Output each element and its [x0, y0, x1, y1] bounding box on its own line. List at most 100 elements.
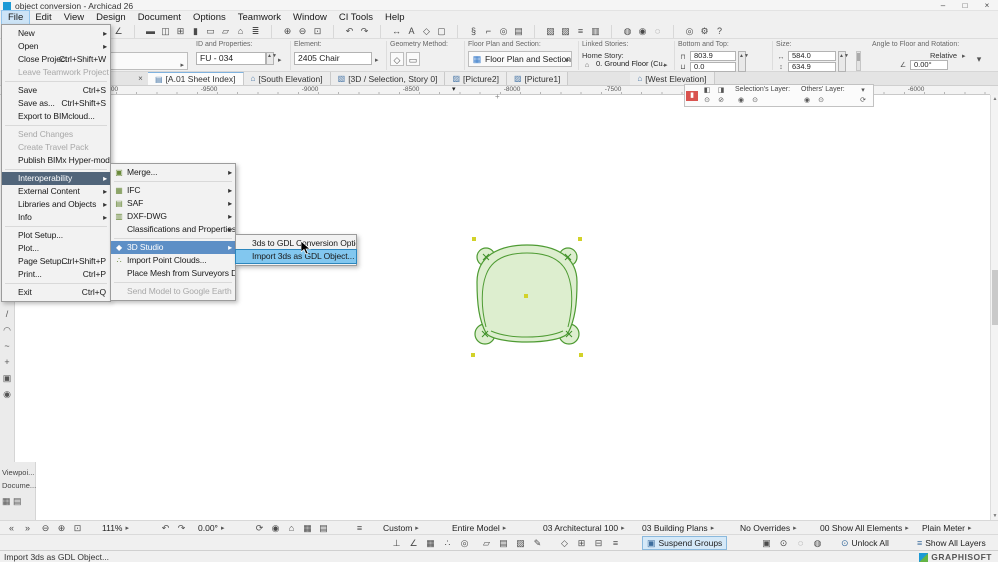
size-spinner[interactable]: ▲▼	[838, 51, 846, 72]
menu-item-exit[interactable]: ExitCtrl+Q	[2, 286, 110, 299]
tab-picture2[interactable]: ▨[Picture2]	[445, 72, 506, 85]
detail-icon[interactable]: ◎	[496, 25, 511, 38]
close-button[interactable]: ×	[976, 0, 998, 11]
zoom-combo[interactable]: 111% ▸	[102, 521, 129, 535]
vertical-scrollbar[interactable]: ▲ ▼	[990, 95, 998, 520]
show-all-layers-button[interactable]: ≡ Show All Layers	[912, 536, 991, 550]
menu-item-publish-bimx-hyper-model[interactable]: Publish BIMx Hyper-model...	[2, 154, 110, 167]
pan-left-icon[interactable]: «	[4, 521, 19, 535]
zoom-in-icon[interactable]: ⊕	[54, 521, 69, 535]
menubar-file[interactable]: File	[2, 11, 29, 24]
text-icon[interactable]: A	[404, 25, 419, 38]
menu-item-place-mesh-from-surveyors-data[interactable]: Place Mesh from Surveyors Data...	[111, 267, 235, 280]
hotspot-tool-icon[interactable]: +	[1, 354, 14, 370]
menu-item-open[interactable]: Open▸	[2, 40, 110, 53]
menubar-options[interactable]: Options	[187, 11, 232, 24]
zoom-in-icon[interactable]: ⊕	[280, 25, 295, 38]
menu-item-external-content[interactable]: External Content▸	[2, 185, 110, 198]
fit-in-window-icon[interactable]: ⊡	[310, 25, 325, 38]
menu-item-classifications-and-properties[interactable]: Classifications and Properties▸	[111, 223, 235, 236]
close-tab-icon[interactable]: ×	[133, 72, 148, 85]
selection-layer-hide-icon[interactable]: ◉	[735, 96, 747, 106]
rotation-combo[interactable]: 0.00° ▸	[198, 521, 224, 535]
menu-item-3ds-to-gdl-conversion-options[interactable]: 3ds to GDL Conversion Options...	[236, 237, 356, 250]
menubar-design[interactable]: Design	[90, 11, 132, 24]
stair-icon[interactable]: ≣	[248, 25, 263, 38]
menubar-document[interactable]: Document	[132, 11, 187, 24]
palette-tab-viewpoints[interactable]: Viewpoi...	[2, 468, 34, 477]
beam-icon[interactable]: ▭	[203, 25, 218, 38]
trace-reference-icon[interactable]: ▤	[495, 536, 512, 550]
size-width-field[interactable]: 584.0	[788, 51, 836, 61]
menu-item-saf[interactable]: ▤SAF▸	[111, 197, 235, 210]
guide-lines-icon[interactable]: ∠	[111, 25, 126, 38]
menu-item-new[interactable]: New▸	[2, 27, 110, 40]
next-view-icon[interactable]: ↷	[174, 521, 189, 535]
slab-icon[interactable]: ▱	[218, 25, 233, 38]
zone-icon[interactable]: ▢	[434, 25, 449, 38]
menu-item-interoperability[interactable]: Interoperability▸	[2, 172, 110, 185]
floor-plan-section-button[interactable]: ▦ Floor Plan and Section...	[468, 51, 572, 67]
dropdown-arrow-icon[interactable]: ▸	[375, 56, 379, 64]
dropdown-arrow-icon[interactable]: ▸	[962, 52, 966, 60]
menu-item-export-to-bimcloud[interactable]: Export to BIMcloud...	[2, 110, 110, 123]
selection-layer-lock-icon[interactable]: ⊙	[749, 96, 761, 106]
home-story-value[interactable]: 0. Ground Floor (Cu...	[593, 60, 665, 70]
maximize-button[interactable]: □	[954, 0, 976, 11]
element-order-icon[interactable]: ≡	[607, 536, 624, 550]
pan-right-icon[interactable]: »	[20, 521, 35, 535]
menu-item-save[interactable]: SaveCtrl+S	[2, 84, 110, 97]
structure-display-combo[interactable]: Entire Model▸	[452, 521, 506, 535]
wall-icon[interactable]: ▬	[143, 25, 158, 38]
scroll-up-icon[interactable]: ▲	[991, 95, 998, 103]
menu-item-merge[interactable]: ▣Merge...▸	[111, 166, 235, 179]
fit-in-window-icon[interactable]: ⊡	[70, 521, 85, 535]
schedule-icon[interactable]: ≡	[573, 25, 588, 38]
suspend-groups-button[interactable]: ▣ Suspend Groups	[642, 536, 727, 550]
snap-points-icon[interactable]: ∴	[439, 536, 456, 550]
relative-label[interactable]: Relative	[930, 51, 957, 60]
tab-south-elevation[interactable]: ⌂[South Elevation]	[244, 72, 331, 85]
figure-tool-icon[interactable]: ▣	[1, 370, 14, 386]
section-icon[interactable]: §	[466, 25, 481, 38]
teamwork-icon[interactable]: ◉	[635, 25, 650, 38]
menu-item-save-as[interactable]: Save as...Ctrl+Shift+S	[2, 97, 110, 110]
geometry-rotated-icon[interactable]: ◇	[390, 52, 404, 66]
layouts-icon[interactable]: ▦	[300, 521, 315, 535]
render-icon[interactable]: ▨	[558, 25, 573, 38]
shading-icon[interactable]: ◍	[809, 536, 826, 550]
menu-item-page-setup[interactable]: Page Setup...Ctrl+Shift+P	[2, 255, 110, 268]
graphic-override-combo[interactable]: No Overrides▸	[740, 521, 797, 535]
column-icon[interactable]: ▮	[188, 25, 203, 38]
scroll-down-icon[interactable]: ▼	[991, 512, 998, 520]
rotation-angle-field[interactable]: 0.00°	[910, 60, 948, 70]
infobar-more-icon[interactable]: ▾	[972, 52, 986, 66]
cursor-snap-icon[interactable]: ◎	[456, 536, 473, 550]
home-story-icon[interactable]: ⌂	[284, 521, 299, 535]
worksheet-icon[interactable]: ▤	[511, 25, 526, 38]
unlock-layer-icon[interactable]: ⊘	[715, 96, 727, 106]
others-layer-lock-icon[interactable]: ⊙	[815, 96, 827, 106]
tab-3d-selection-story-0[interactable]: ▧[3D / Selection, Story 0]	[331, 72, 446, 85]
others-layer-hide-icon[interactable]: ◉	[801, 96, 813, 106]
virtual-trace-icon[interactable]: ▨	[512, 536, 529, 550]
elevation-icon[interactable]: ⌐	[481, 25, 496, 38]
unlock-all-button[interactable]: ⊙ Unlock All	[836, 536, 894, 550]
chair-object[interactable]	[467, 230, 587, 362]
minimize-button[interactable]: –	[932, 0, 954, 11]
palette-refresh-icon[interactable]: ⟳	[857, 96, 869, 106]
tab-picture1[interactable]: ▨[Picture1]	[507, 72, 568, 85]
line-tool-icon[interactable]: /	[1, 306, 14, 322]
menu-item-print[interactable]: Print...Ctrl+P	[2, 268, 110, 281]
lock-layer-icon[interactable]: ⊙	[701, 96, 713, 106]
show-layer-icon[interactable]: ◨	[715, 86, 727, 96]
menu-item-info[interactable]: Info▸	[2, 211, 110, 224]
menu-item-import-point-clouds[interactable]: ∴Import Point Clouds...	[111, 254, 235, 267]
menu-item-plot[interactable]: Plot...	[2, 242, 110, 255]
menu-item-ifc[interactable]: ▦IFC▸	[111, 184, 235, 197]
help-icon[interactable]: ?	[712, 25, 727, 38]
bimcloud-icon[interactable]: ◌	[650, 25, 665, 38]
redo-icon[interactable]: ↷	[357, 25, 372, 38]
bottom-elevation-field[interactable]: 0.0	[690, 62, 736, 72]
palette-tab-documents[interactable]: Docume...	[2, 481, 36, 490]
